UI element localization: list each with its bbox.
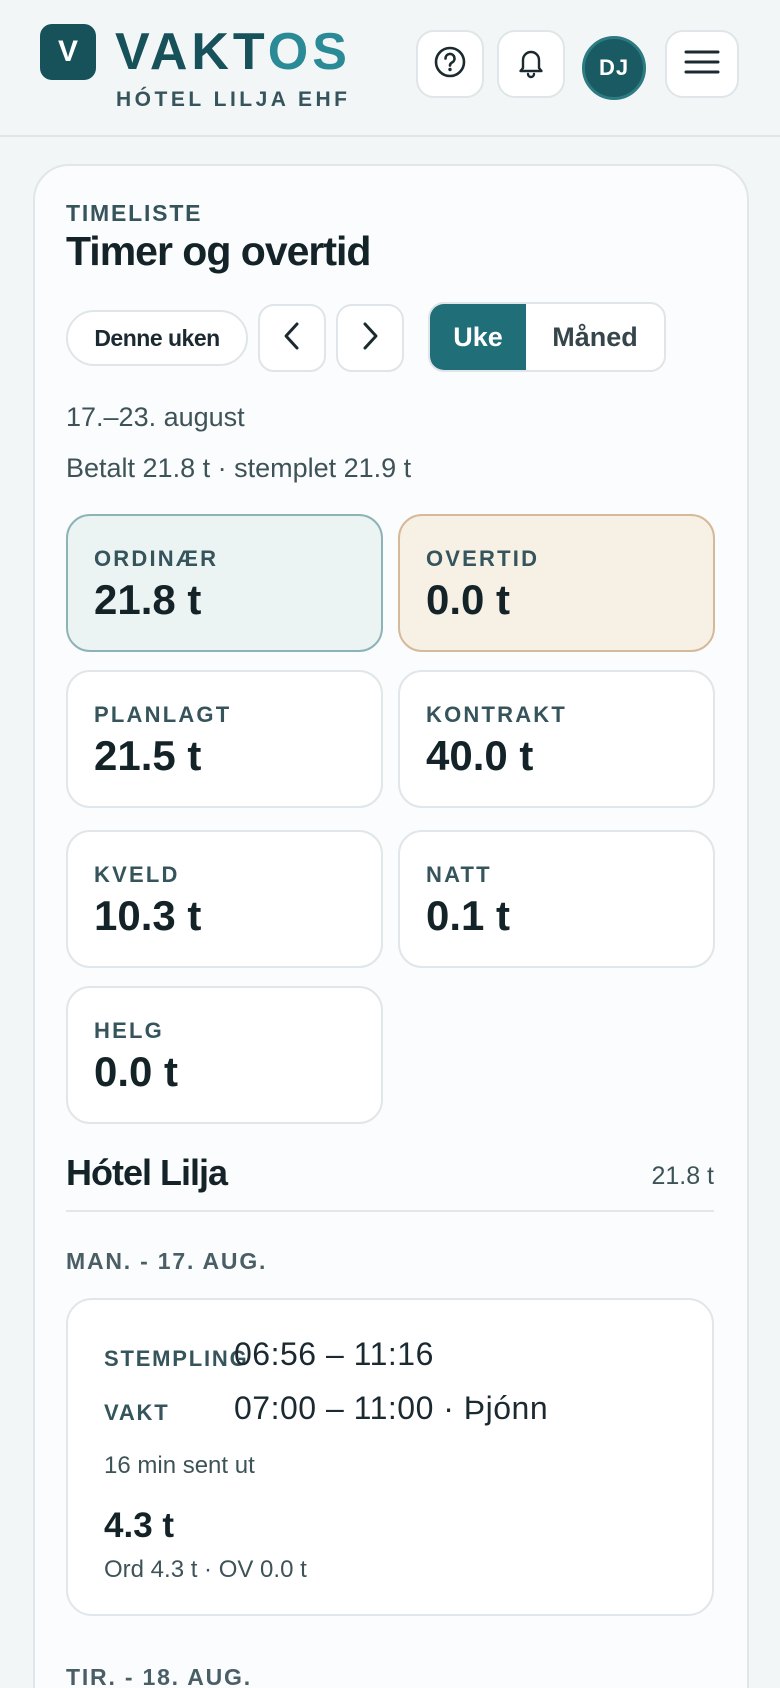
help-icon: [433, 45, 467, 84]
day-header: MAN. - 17. AUG.: [66, 1248, 268, 1274]
stat-label: PLANLAGT: [94, 702, 232, 727]
brand-name: VAKTOS: [115, 22, 351, 82]
user-avatar[interactable]: DJ: [582, 36, 646, 100]
brand-part1: VAKT: [115, 23, 268, 81]
brand-part2: OS: [267, 23, 351, 81]
hamburger-icon: [684, 48, 720, 81]
help-button[interactable]: [416, 30, 484, 98]
notifications-button[interactable]: [497, 30, 565, 98]
stamp-label: STEMPLING: [104, 1346, 249, 1371]
stat-contract: KONTRAKT 40.0 t: [398, 670, 715, 808]
stat-value: 0.0 t: [426, 576, 511, 623]
app-header: V VAKTOS HÓTEL LILJA EHF DJ: [0, 0, 780, 137]
period-toggle: Uke Måned: [428, 302, 666, 372]
section-eyebrow: TIMELISTE: [66, 200, 203, 226]
stat-value: 40.0 t: [426, 732, 534, 779]
tab-week[interactable]: Uke: [430, 304, 526, 370]
shift-time: 07:00 – 11:00 · Þjónn: [234, 1390, 549, 1426]
stat-label: KVELD: [94, 862, 180, 887]
page-title: Timer og overtid: [66, 228, 371, 274]
location-total: 21.8 t: [651, 1162, 714, 1190]
next-period-button[interactable]: [336, 304, 404, 372]
time-entry[interactable]: STEMPLING 06:56 – 11:16 VAKT 07:00 – 11:…: [66, 1298, 714, 1616]
stat-label: ORDINÆR: [94, 546, 219, 571]
entry-hours: 4.3 t: [104, 1506, 175, 1545]
chevron-left-icon: [281, 321, 303, 356]
date-range: 17.–23. august: [66, 402, 245, 432]
this-week-button[interactable]: Denne uken: [66, 310, 248, 366]
stat-evening: KVELD 10.3 t: [66, 830, 383, 968]
stat-planned: PLANLAGT 21.5 t: [66, 670, 383, 808]
stat-weekend: HELG 0.0 t: [66, 986, 383, 1124]
stat-label: NATT: [426, 862, 492, 887]
section-divider: [66, 1210, 714, 1212]
stat-value: 10.3 t: [94, 892, 202, 939]
shift-label: VAKT: [104, 1400, 170, 1425]
stat-value: 21.8 t: [94, 576, 202, 623]
hotel-name: HÓTEL LILJA EHF: [116, 88, 351, 111]
stat-value: 0.0 t: [94, 1048, 179, 1095]
stamp-time: 06:56 – 11:16: [234, 1336, 434, 1372]
stat-value: 0.1 t: [426, 892, 511, 939]
entry-note: 16 min sent ut: [104, 1452, 255, 1479]
bell-icon: [515, 45, 547, 84]
paid-summary: Betalt 21.8 t · stemplet 21.9 t: [66, 453, 412, 483]
menu-button[interactable]: [665, 30, 739, 98]
location-title: Hótel Lilja: [66, 1152, 228, 1193]
tab-month[interactable]: Måned: [526, 304, 664, 370]
logo-mark[interactable]: V: [40, 24, 96, 80]
stat-label: HELG: [94, 1018, 164, 1043]
stat-overtime: OVERTID 0.0 t: [398, 514, 715, 652]
entry-split: Ord 4.3 t · OV 0.0 t: [104, 1556, 307, 1583]
day-header: TIR. - 18. AUG.: [66, 1664, 252, 1688]
previous-period-button[interactable]: [258, 304, 326, 372]
stat-label: OVERTID: [426, 546, 540, 571]
stat-night: NATT 0.1 t: [398, 830, 715, 968]
chevron-right-icon: [359, 321, 381, 356]
stat-ordinary: ORDINÆR 21.8 t: [66, 514, 383, 652]
stat-value: 21.5 t: [94, 732, 202, 779]
stat-label: KONTRAKT: [426, 702, 568, 727]
